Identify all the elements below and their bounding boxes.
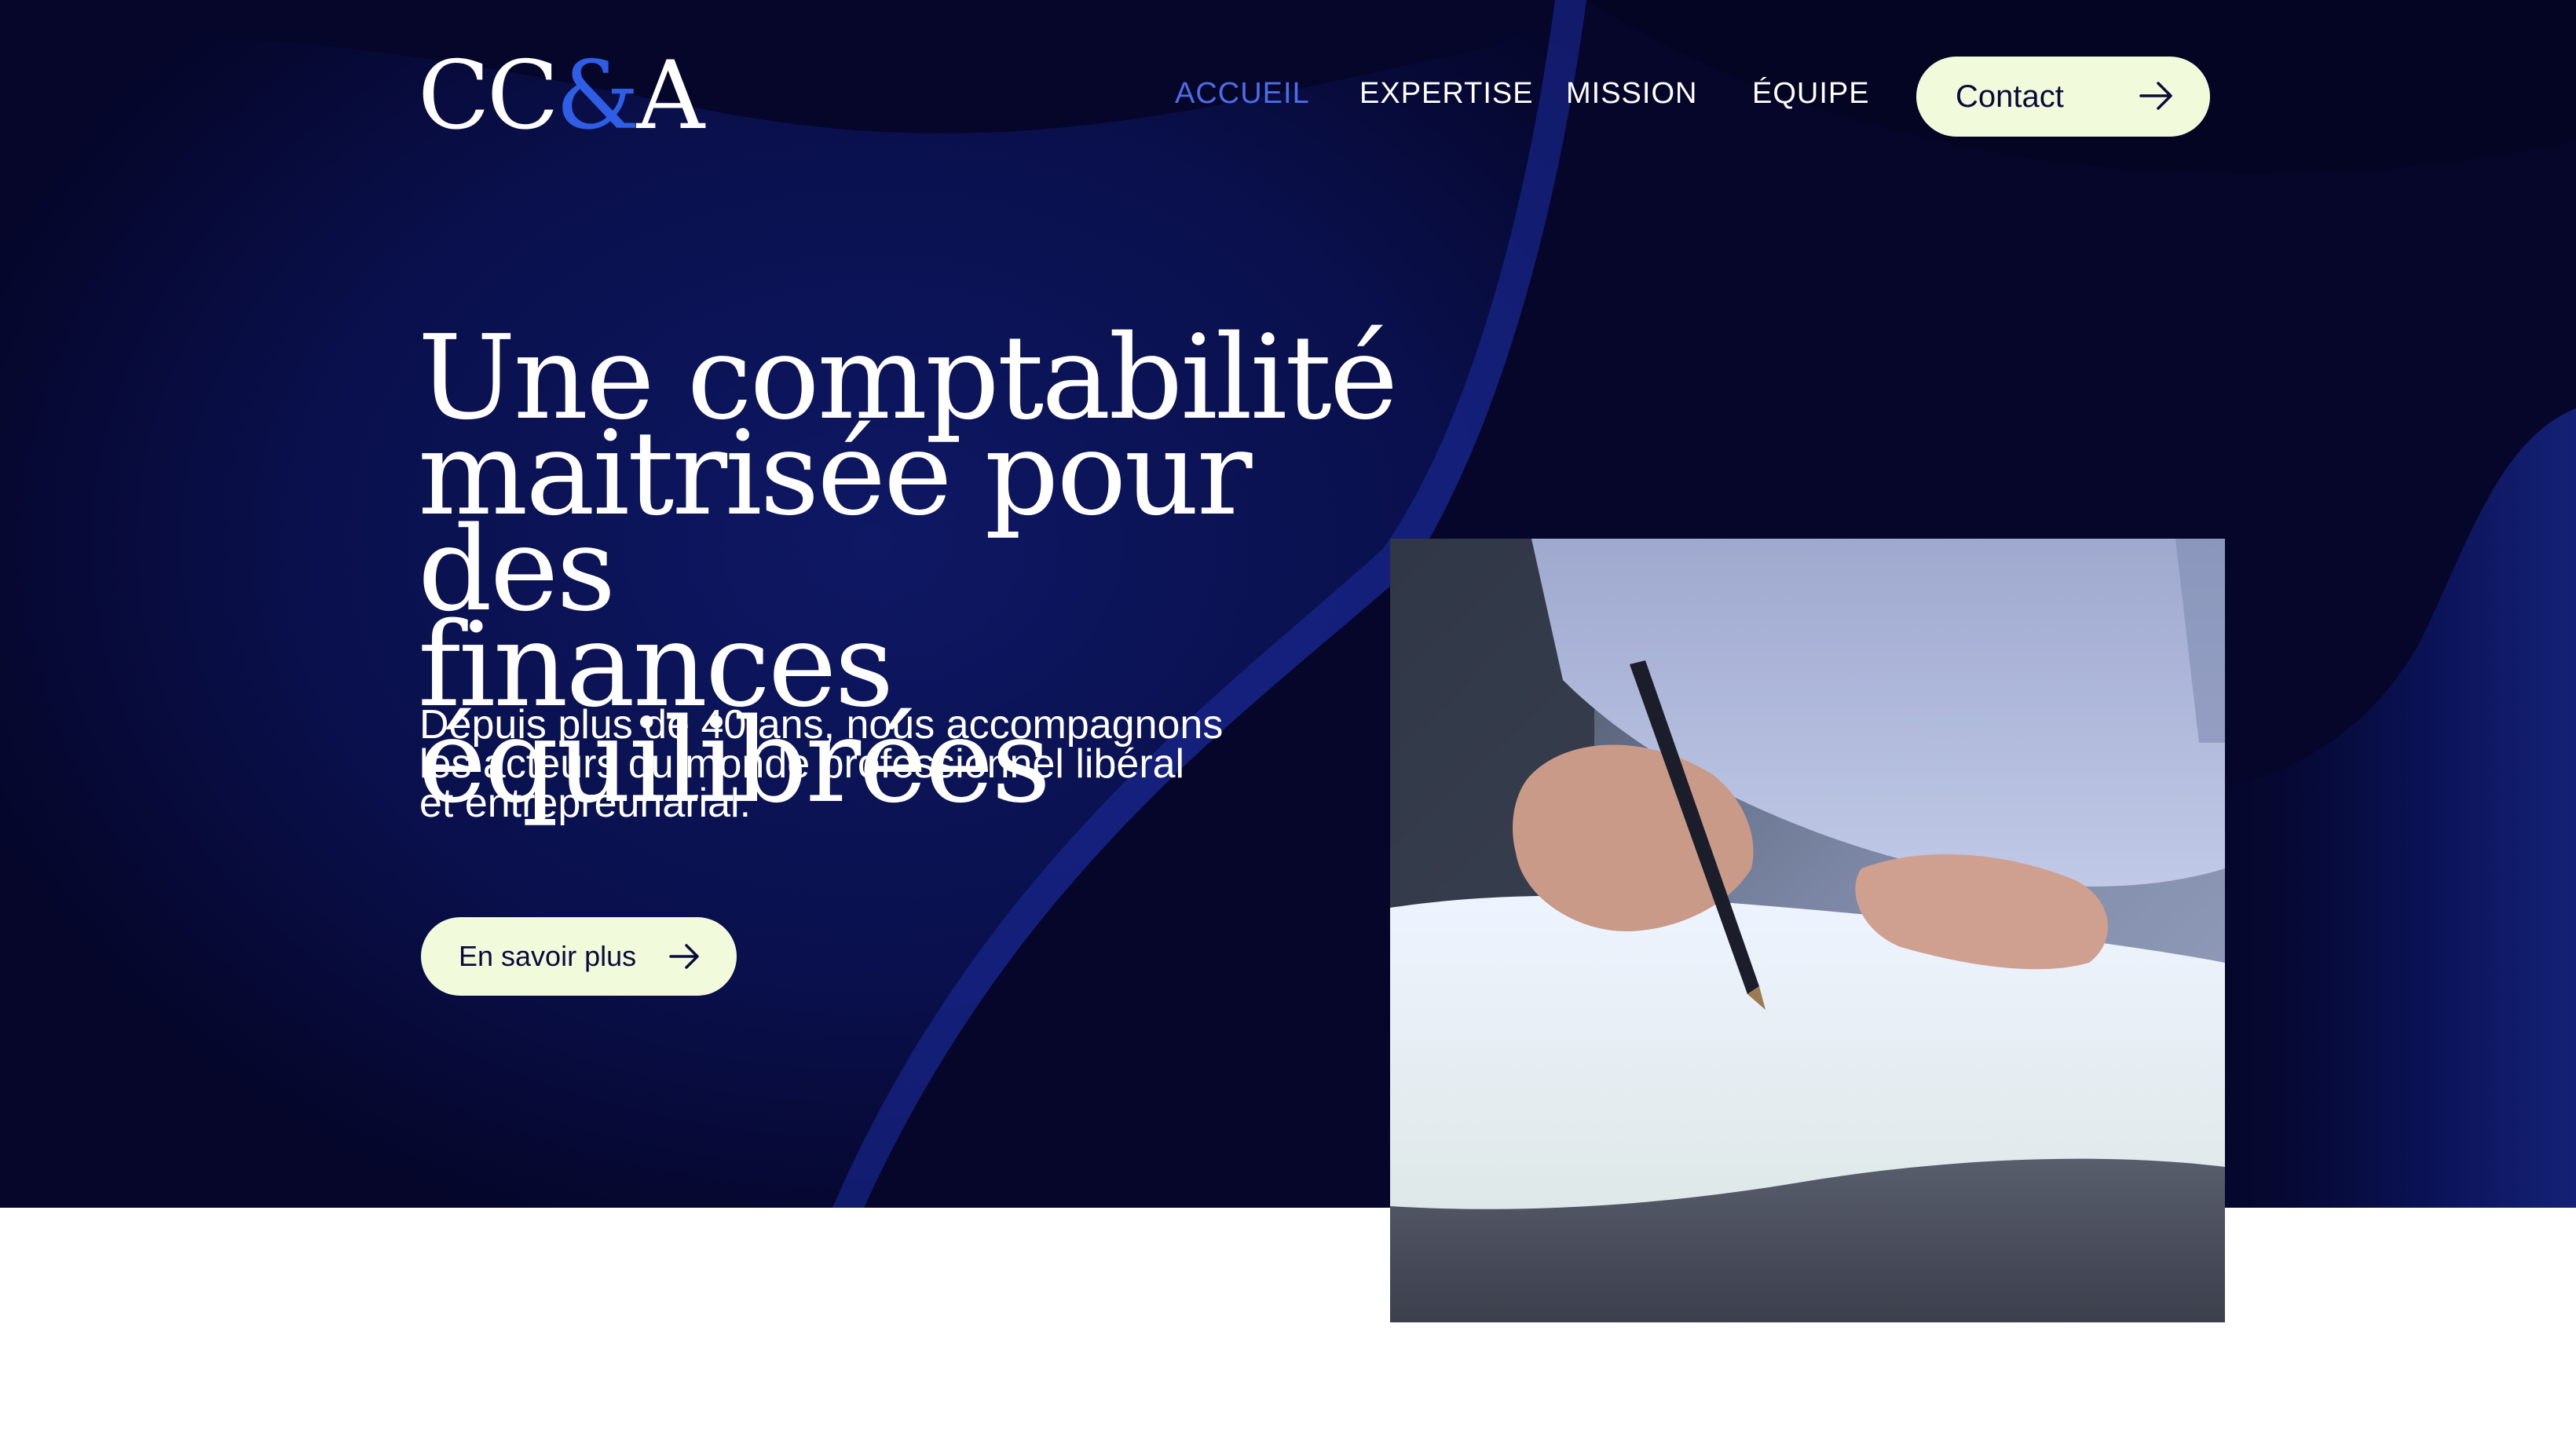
nav-item-accueil[interactable]: ACCUEIL bbox=[1175, 77, 1310, 111]
subtitle-line-3: et entrepreunarial. bbox=[419, 781, 752, 826]
hero-subtitle: Depuis plus de 40 ans, nous accompagnons… bbox=[419, 704, 1362, 826]
photo-illustration bbox=[1390, 539, 2225, 1322]
contact-button-label: Contact bbox=[1956, 79, 2064, 114]
nav-item-equipe[interactable]: ÉQUIPE bbox=[1752, 77, 1870, 111]
contact-button[interactable]: Contact bbox=[1916, 57, 2210, 137]
nav-item-expertise[interactable]: EXPERTISE bbox=[1359, 77, 1534, 111]
hero-photo-writing-hand bbox=[1390, 539, 2225, 1322]
arrow-right-icon bbox=[669, 944, 699, 969]
learn-more-button[interactable]: En savoir plus bbox=[421, 917, 737, 996]
nav-item-mission[interactable]: MISSION bbox=[1566, 77, 1697, 111]
arrow-right-icon bbox=[2139, 82, 2172, 110]
learn-more-label: En savoir plus bbox=[459, 940, 637, 972]
